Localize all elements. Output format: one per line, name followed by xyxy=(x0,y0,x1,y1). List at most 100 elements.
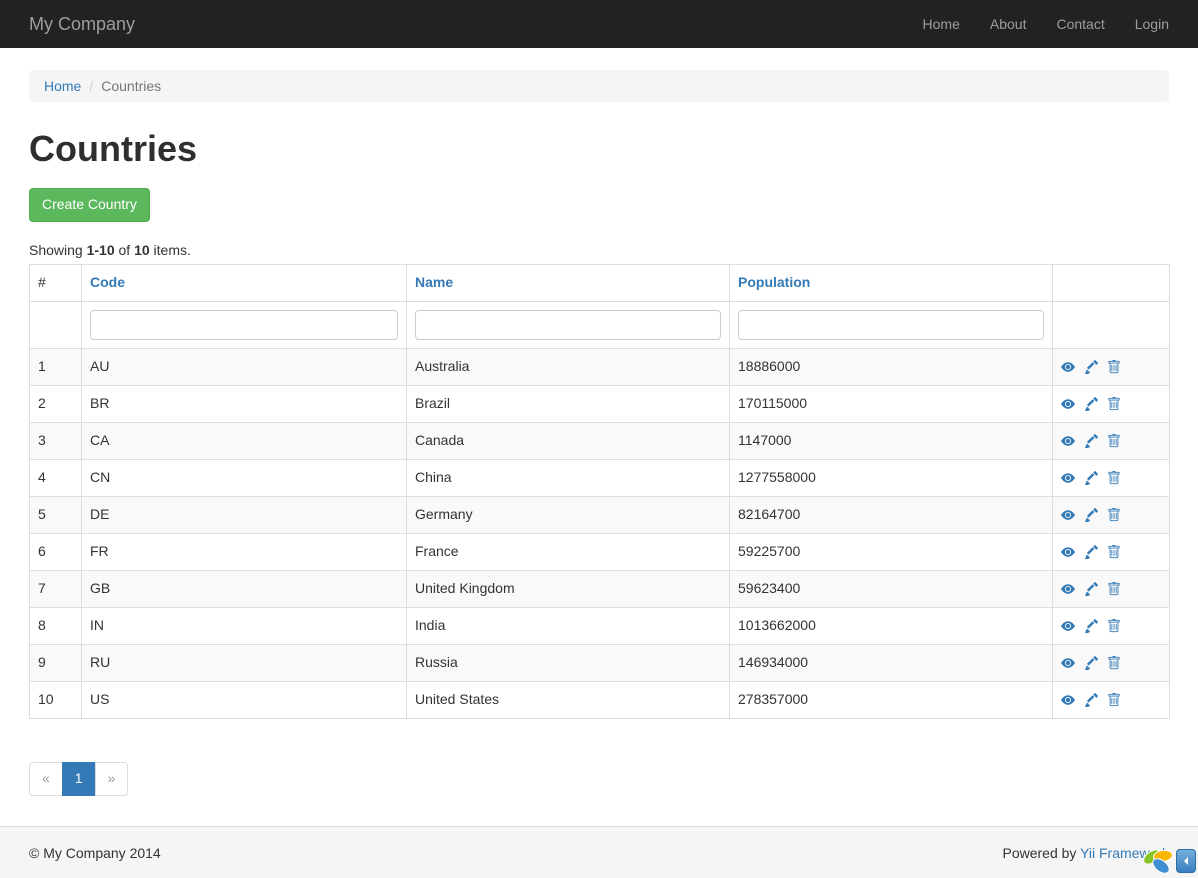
population-cell: 18886000 xyxy=(730,348,1053,385)
actions-cell xyxy=(1053,533,1170,570)
name-cell: Brazil xyxy=(407,385,730,422)
view-button[interactable] xyxy=(1061,653,1075,673)
population-cell: 1013662000 xyxy=(730,607,1053,644)
actions-column-header xyxy=(1053,264,1170,301)
delete-button[interactable] xyxy=(1107,579,1121,599)
serial-column-header: # xyxy=(30,264,82,301)
view-button[interactable] xyxy=(1061,468,1075,488)
view-button[interactable] xyxy=(1061,431,1075,451)
pencil-icon xyxy=(1084,360,1098,374)
delete-button[interactable] xyxy=(1107,357,1121,377)
pagination-page-1[interactable]: 1 xyxy=(62,762,96,796)
delete-button[interactable] xyxy=(1107,431,1121,451)
row-number-cell: 8 xyxy=(30,607,82,644)
delete-button[interactable] xyxy=(1107,542,1121,562)
name-cell: China xyxy=(407,459,730,496)
update-button[interactable] xyxy=(1084,357,1098,377)
update-button[interactable] xyxy=(1084,394,1098,414)
delete-button[interactable] xyxy=(1107,616,1121,636)
nav-item-login[interactable]: Login xyxy=(1120,2,1169,46)
population-cell: 278357000 xyxy=(730,681,1053,718)
collapse-chevron-badge[interactable] xyxy=(1176,849,1196,873)
eye-icon xyxy=(1061,693,1075,707)
pagination-prev-button[interactable]: « xyxy=(29,762,63,796)
delete-button[interactable] xyxy=(1107,690,1121,710)
view-button[interactable] xyxy=(1061,579,1075,599)
code-cell: FR xyxy=(82,533,407,570)
row-number-cell: 4 xyxy=(30,459,82,496)
actions-cell xyxy=(1053,385,1170,422)
summary-of: of xyxy=(115,242,134,258)
powered-by-prefix: Powered by xyxy=(1002,845,1080,861)
population-sort-link[interactable]: Population xyxy=(738,274,810,290)
update-button[interactable] xyxy=(1084,579,1098,599)
table-row: 9 RU Russia 146934000 xyxy=(30,644,1170,681)
row-number-cell: 7 xyxy=(30,570,82,607)
pencil-icon xyxy=(1084,508,1098,522)
update-button[interactable] xyxy=(1084,505,1098,525)
pagination-next-button[interactable]: » xyxy=(95,762,129,796)
actions-cell xyxy=(1053,496,1170,533)
yii-logo-icon xyxy=(1141,846,1175,876)
view-button[interactable] xyxy=(1061,542,1075,562)
footer-copyright: © My Company 2014 xyxy=(29,845,161,861)
update-button[interactable] xyxy=(1084,616,1098,636)
table-header-row: # Code Name Population xyxy=(30,264,1170,301)
trash-icon xyxy=(1107,471,1121,485)
population-cell: 59623400 xyxy=(730,570,1053,607)
name-sort-link[interactable]: Name xyxy=(415,274,453,290)
update-button[interactable] xyxy=(1084,653,1098,673)
pencil-icon xyxy=(1084,471,1098,485)
actions-cell xyxy=(1053,681,1170,718)
eye-icon xyxy=(1061,619,1075,633)
view-button[interactable] xyxy=(1061,690,1075,710)
view-button[interactable] xyxy=(1061,394,1075,414)
table-row: 7 GB United Kingdom 59623400 xyxy=(30,570,1170,607)
summary-prefix: Showing xyxy=(29,242,87,258)
delete-button[interactable] xyxy=(1107,505,1121,525)
name-cell: Australia xyxy=(407,348,730,385)
view-button[interactable] xyxy=(1061,357,1075,377)
delete-button[interactable] xyxy=(1107,468,1121,488)
delete-button[interactable] xyxy=(1107,653,1121,673)
eye-icon xyxy=(1061,582,1075,596)
main-content: Home / Countries Countries Create Countr… xyxy=(14,48,1184,816)
view-button[interactable] xyxy=(1061,505,1075,525)
trash-icon xyxy=(1107,545,1121,559)
navbar-brand[interactable]: My Company xyxy=(29,14,135,35)
name-column-header: Name xyxy=(407,264,730,301)
update-button[interactable] xyxy=(1084,542,1098,562)
nav-item-contact[interactable]: Contact xyxy=(1041,2,1119,46)
code-filter-input[interactable] xyxy=(90,310,398,340)
create-country-button[interactable]: Create Country xyxy=(29,188,150,222)
table-row: 5 DE Germany 82164700 xyxy=(30,496,1170,533)
eye-icon xyxy=(1061,471,1075,485)
countries-table: # Code Name Population 1 AU Australia 18… xyxy=(29,264,1170,719)
trash-icon xyxy=(1107,582,1121,596)
pagination: « 1 » xyxy=(29,762,128,796)
name-filter-input[interactable] xyxy=(415,310,721,340)
breadcrumb-separator: / xyxy=(89,78,93,94)
delete-button[interactable] xyxy=(1107,394,1121,414)
nav-item-home[interactable]: Home xyxy=(908,2,975,46)
table-row: 1 AU Australia 18886000 xyxy=(30,348,1170,385)
breadcrumb-home-link[interactable]: Home xyxy=(44,78,81,94)
table-row: 8 IN India 1013662000 xyxy=(30,607,1170,644)
update-button[interactable] xyxy=(1084,690,1098,710)
eye-icon xyxy=(1061,508,1075,522)
table-row: 4 CN China 1277558000 xyxy=(30,459,1170,496)
population-cell: 170115000 xyxy=(730,385,1053,422)
eye-icon xyxy=(1061,656,1075,670)
update-button[interactable] xyxy=(1084,468,1098,488)
view-button[interactable] xyxy=(1061,616,1075,636)
code-sort-link[interactable]: Code xyxy=(90,274,125,290)
population-filter-input[interactable] xyxy=(738,310,1044,340)
actions-cell xyxy=(1053,644,1170,681)
name-cell: United Kingdom xyxy=(407,570,730,607)
code-cell: DE xyxy=(82,496,407,533)
corner-overlay xyxy=(1141,846,1196,876)
nav-item-about[interactable]: About xyxy=(975,2,1042,46)
population-cell: 1277558000 xyxy=(730,459,1053,496)
update-button[interactable] xyxy=(1084,431,1098,451)
population-column-header: Population xyxy=(730,264,1053,301)
